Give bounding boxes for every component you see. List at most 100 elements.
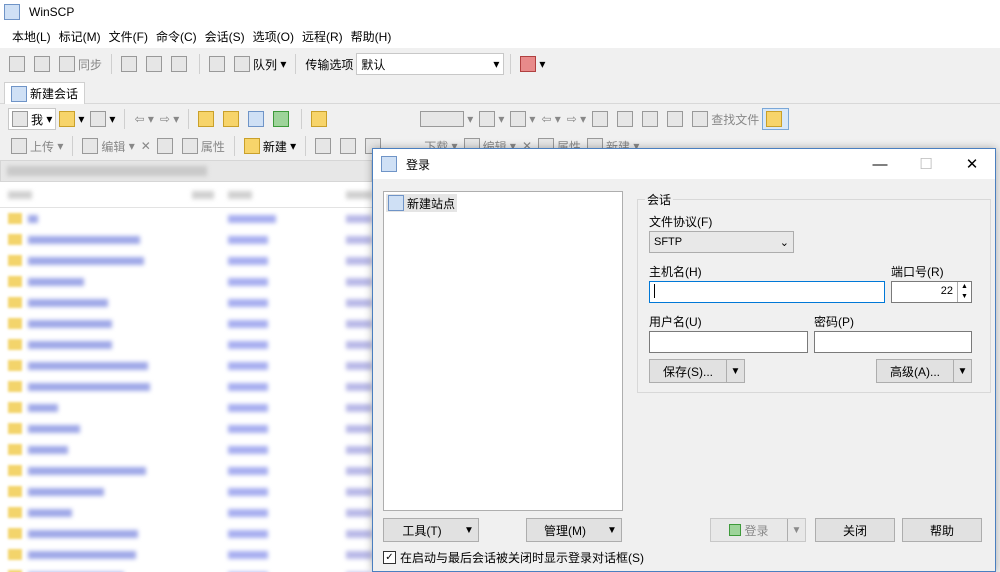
remote-parent-button[interactable] <box>589 108 614 130</box>
delete-button[interactable]: ✕ <box>138 135 154 157</box>
file-row[interactable] <box>0 376 372 397</box>
queue-button[interactable]: 队列 ▾ <box>231 53 289 75</box>
remote-refresh-button[interactable] <box>664 108 689 130</box>
menu-session[interactable]: 会话(S) <box>201 28 249 45</box>
local-path-bar[interactable] <box>0 160 372 182</box>
path-text <box>7 166 207 176</box>
local-drive-select[interactable]: 我 ▾ <box>8 108 57 130</box>
sync-browse-button[interactable] <box>31 53 56 75</box>
select-all-button[interactable] <box>312 135 337 157</box>
chevron-down-icon[interactable]: ▼ <box>787 519 805 541</box>
find-files-button[interactable]: 查找文件 <box>689 108 762 130</box>
menu-options[interactable]: 选项(O) <box>249 28 298 45</box>
menu-command[interactable]: 命令(C) <box>152 28 201 45</box>
file-row[interactable] <box>0 355 372 376</box>
password-field[interactable] <box>814 331 972 353</box>
home-button[interactable] <box>245 108 270 130</box>
file-row[interactable] <box>0 544 372 565</box>
close-window-button[interactable]: ✕ <box>949 149 995 179</box>
column-header-name[interactable] <box>8 191 32 199</box>
preferences-button[interactable] <box>206 53 231 75</box>
remote-filter-button[interactable]: ▾ <box>507 108 538 130</box>
file-row[interactable] <box>0 250 372 271</box>
menu-local[interactable]: 本地(L) <box>8 28 55 45</box>
remote-root-button[interactable] <box>614 108 639 130</box>
site-item-new-site[interactable]: 新建站点 <box>386 194 458 212</box>
show-login-checkbox-row[interactable]: ✓ 在启动与最后会话被关闭时显示登录对话框(S) <box>383 549 644 566</box>
file-row[interactable] <box>0 481 372 502</box>
help-button[interactable]: 帮助 <box>902 518 982 542</box>
edit-button[interactable]: 编辑 ▾ <box>79 135 137 157</box>
file-row[interactable] <box>0 565 372 572</box>
save-button[interactable]: 保存(S)... ▼ <box>649 359 745 383</box>
file-row[interactable] <box>0 439 372 460</box>
forward-button[interactable]: ⇨ ▾ <box>157 108 182 130</box>
terminal-button[interactable] <box>168 53 193 75</box>
upload-button[interactable]: 上传 ▾ <box>8 135 66 157</box>
root-dir-button[interactable] <box>220 108 245 130</box>
file-type <box>228 509 268 517</box>
unselect-button[interactable] <box>337 135 362 157</box>
open-directory-button[interactable]: ▾ <box>56 108 87 130</box>
close-button[interactable]: 关闭 <box>815 518 895 542</box>
spin-up-icon[interactable]: ▲ <box>958 282 971 292</box>
sync-button[interactable]: 同步 <box>56 53 105 75</box>
port-spinner[interactable]: ▲ ▼ <box>957 282 971 302</box>
compare-button[interactable] <box>6 53 31 75</box>
login-button[interactable]: 登录 ▼ <box>710 518 806 542</box>
file-row[interactable] <box>0 313 372 334</box>
login-icon <box>729 524 742 536</box>
tools-button[interactable]: 工具(T) ▼ <box>383 518 479 542</box>
console-button[interactable] <box>118 53 143 75</box>
back-button[interactable]: ⇦ ▾ <box>131 108 156 130</box>
protocol-select[interactable]: SFTP ⌄ <box>649 231 794 253</box>
menu-help[interactable]: 帮助(H) <box>347 28 396 45</box>
file-row[interactable] <box>0 334 372 355</box>
menu-file[interactable]: 文件(F) <box>105 28 152 45</box>
file-row[interactable] <box>0 292 372 313</box>
maximize-button[interactable]: ☐ <box>903 149 949 179</box>
menu-mark[interactable]: 标记(M) <box>55 28 105 45</box>
tab-new-session[interactable]: 新建会话 <box>4 82 86 104</box>
column-header-modified[interactable] <box>346 191 372 199</box>
remote-tree-toggle-button[interactable] <box>762 108 790 130</box>
file-row[interactable] <box>0 229 372 250</box>
remote-forward-button[interactable]: ⇨ ▾ <box>564 108 589 130</box>
refresh-button[interactable] <box>270 108 295 130</box>
remote-back-button[interactable]: ⇦ ▾ <box>538 108 563 130</box>
file-row[interactable] <box>0 208 372 229</box>
menu-remote[interactable]: 远程(R) <box>298 28 347 45</box>
properties-button[interactable]: 属性 <box>179 135 228 157</box>
tree-toggle-button[interactable] <box>308 108 333 130</box>
file-row[interactable] <box>0 397 372 418</box>
username-field[interactable] <box>649 331 808 353</box>
remote-open-dir-button[interactable]: ▾ <box>476 108 507 130</box>
putty-button[interactable] <box>143 53 168 75</box>
port-field[interactable]: 22 ▲ ▼ <box>891 281 972 303</box>
rename-button[interactable] <box>154 135 179 157</box>
column-header-size[interactable] <box>192 191 214 199</box>
column-header-type[interactable] <box>228 191 252 199</box>
spin-down-icon[interactable]: ▼ <box>958 292 971 302</box>
parent-dir-button[interactable] <box>195 108 220 130</box>
show-login-checkbox[interactable]: ✓ <box>383 551 396 564</box>
remote-path-select[interactable]: ▾ <box>417 108 476 130</box>
local-file-list[interactable] <box>0 182 372 572</box>
file-row[interactable] <box>0 460 372 481</box>
site-tree[interactable]: 新建站点 <box>383 191 623 511</box>
hostname-field[interactable] <box>649 281 885 303</box>
file-row[interactable] <box>0 271 372 292</box>
minimize-button[interactable]: — <box>857 149 903 179</box>
chevron-down-icon[interactable]: ▼ <box>953 360 971 382</box>
transfer-options-select[interactable]: 默认 ▾ <box>356 53 505 75</box>
new-button[interactable]: 新建 ▾ <box>241 135 299 157</box>
file-row[interactable] <box>0 418 372 439</box>
manage-button[interactable]: 管理(M) ▼ <box>526 518 622 542</box>
remote-home-button[interactable] <box>639 108 664 130</box>
transfer-settings-button[interactable]: ▾ <box>517 53 548 75</box>
file-row[interactable] <box>0 523 372 544</box>
advanced-button[interactable]: 高级(A)... ▼ <box>876 359 972 383</box>
file-row[interactable] <box>0 502 372 523</box>
filter-button[interactable]: ▾ <box>87 108 118 130</box>
chevron-down-icon[interactable]: ▼ <box>726 360 744 382</box>
